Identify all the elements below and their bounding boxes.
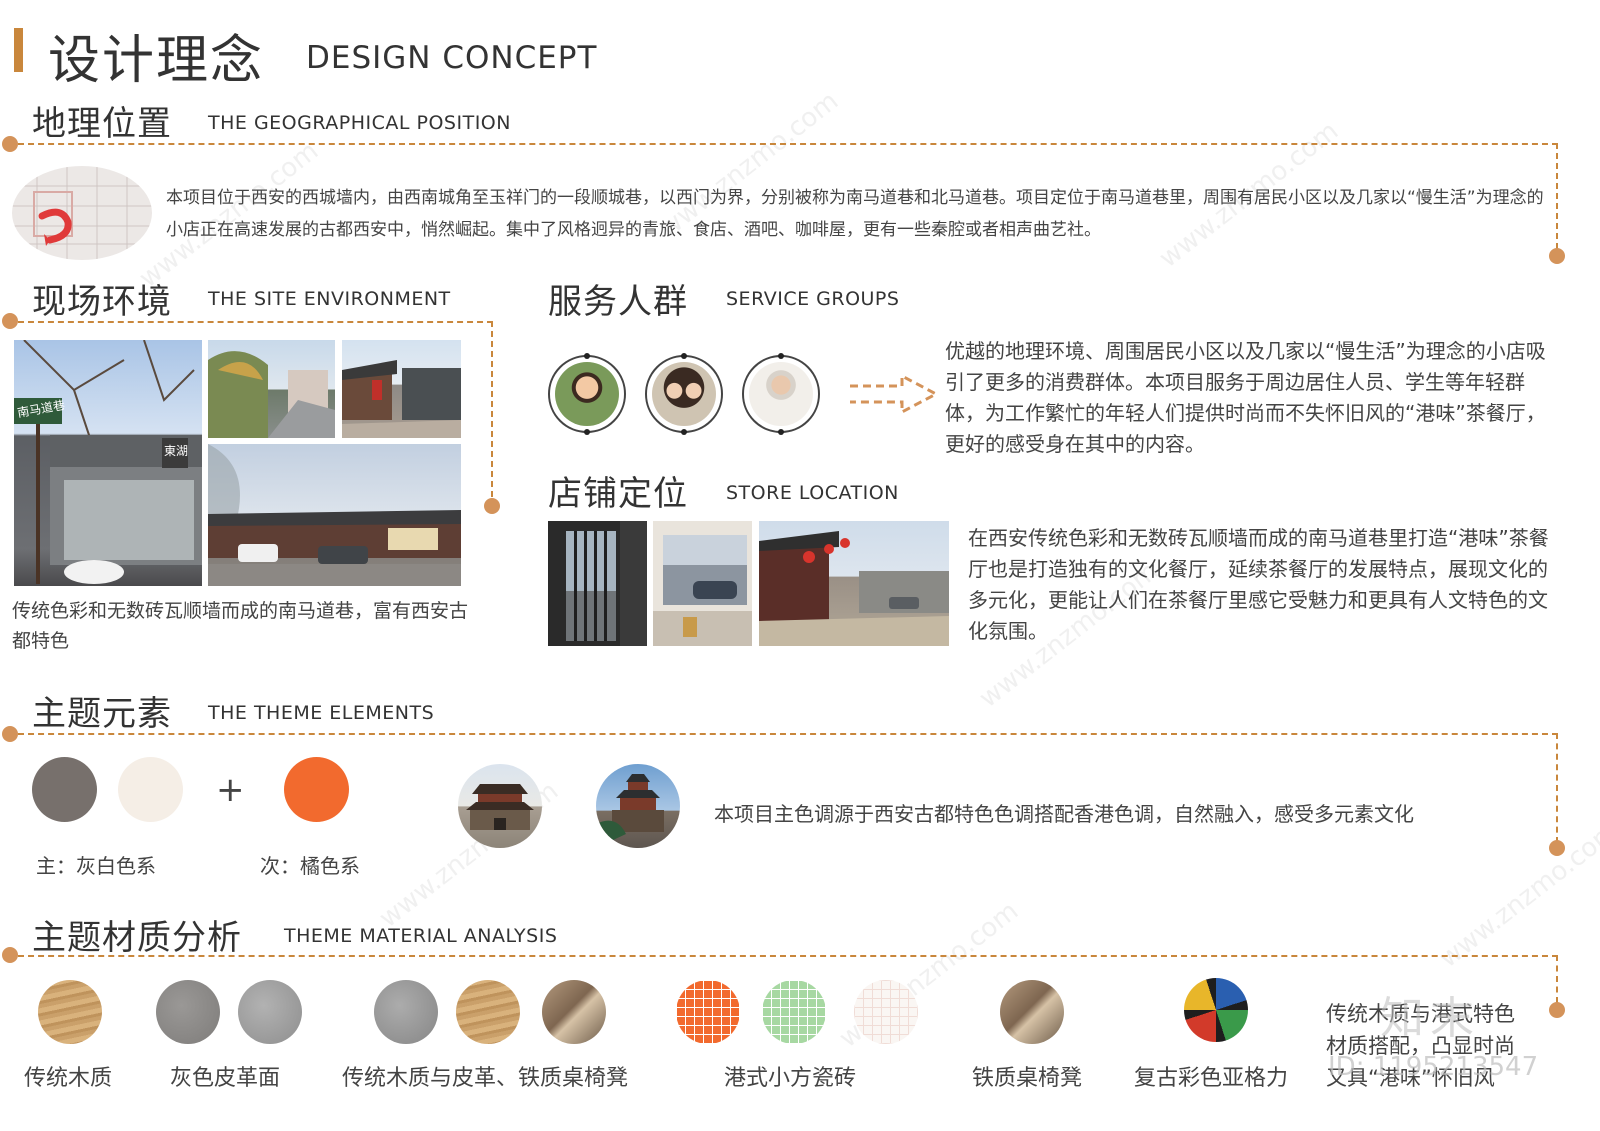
- geo-title: 地理位置: [32, 104, 172, 144]
- material-label-gray-leather: 灰色皮革面: [170, 1066, 281, 1091]
- gray-leather-swatch: [156, 980, 220, 1044]
- material-label-iron-chair: 铁质桌椅凳: [972, 1066, 1083, 1091]
- store-photo-window-blinds: [548, 521, 647, 646]
- xian-bell-tower-image: [596, 764, 680, 848]
- site-title-en: THE SITE ENVIRONMENT: [208, 288, 451, 310]
- orange-tile-swatch: [676, 980, 740, 1044]
- store-title-en: STORE LOCATION: [726, 482, 899, 504]
- material-label-acrylic: 复古彩色亚格力: [1134, 1066, 1289, 1091]
- material-title: 主题材质分析: [32, 918, 242, 958]
- combo-leather-swatch: [374, 980, 438, 1044]
- arrow-icon: [850, 373, 940, 415]
- material-label-hk-tile: 港式小方瓷砖: [724, 1066, 857, 1091]
- material-label-wood: 传统木质: [24, 1066, 113, 1091]
- watermark-id: ID: 1195213547: [1328, 1052, 1539, 1082]
- xian-drum-tower-image: [458, 764, 542, 848]
- shop-sign-text: 東湖: [164, 444, 189, 458]
- site-divider-right: [491, 321, 493, 497]
- geo-title-en: THE GEOGRAPHICAL POSITION: [208, 112, 511, 134]
- geo-divider-right: [1556, 143, 1558, 249]
- primary-color-label: 主：灰白色系: [36, 854, 156, 878]
- material-line-dot-left: [2, 947, 18, 963]
- material-divider: [18, 955, 1558, 957]
- site-divider: [18, 321, 493, 323]
- site-caption: 传统色彩和无数砖瓦顺墙而成的南马道巷，富有西安古都特色: [12, 600, 469, 652]
- service-title-en: SERVICE GROUPS: [726, 288, 900, 310]
- theme-divider: [18, 733, 1558, 735]
- theme-line-dot-right: [1549, 840, 1565, 856]
- store-photo-lantern-street: [759, 521, 949, 646]
- store-description: 在西安传统色彩和无数砖瓦顺墙而成的南马道巷里打造“港味”茶餐厅也是打造独有的文化…: [968, 526, 1549, 643]
- wood-texture-swatch: [38, 980, 102, 1044]
- site-line-dot-right: [484, 498, 500, 514]
- watermark-logo: 知末: [1380, 993, 1480, 1044]
- site-line-dot-left: [2, 313, 18, 329]
- theme-title-en: THE THEME ELEMENTS: [208, 702, 435, 724]
- combo-iron-chair-swatch: [542, 980, 606, 1044]
- geo-line-dot-left: [2, 136, 18, 152]
- location-map-image: [12, 166, 152, 260]
- theme-line-dot-left: [2, 726, 18, 742]
- customer-young-women-avatar: [645, 353, 723, 435]
- theme-divider-right: [1556, 733, 1558, 843]
- site-photo-city-wall-street: [208, 444, 461, 586]
- store-photo-cafe-window: [653, 521, 752, 646]
- watermark: www.znzmo.com: [1433, 816, 1600, 974]
- material-title-en: THEME MATERIAL ANALYSIS: [284, 925, 558, 947]
- secondary-color-label: 次：橘色系: [260, 854, 360, 878]
- material-line-dot-right: [1549, 1002, 1565, 1018]
- swatch-offwhite: [118, 757, 183, 822]
- site-title: 现场环境: [32, 282, 172, 322]
- gray-leather-swatch-2: [238, 980, 302, 1044]
- geo-description: 本项目位于西安的西城墙内，由西南城角至玉祥门的一段顺城巷，以西门为界，分别被称为…: [166, 188, 1544, 240]
- site-photo-tree-road: [208, 340, 335, 438]
- swatch-gray: [32, 757, 97, 822]
- site-photo-old-house: [342, 340, 461, 438]
- customer-elderly-avatar: [742, 353, 820, 435]
- title-accent-bar: [14, 28, 23, 72]
- service-title: 服务人群: [548, 282, 688, 322]
- page-title: 设计理念: [48, 31, 265, 91]
- geo-divider: [18, 143, 1558, 145]
- plus-sign: +: [216, 770, 245, 810]
- page-title-en: DESIGN CONCEPT: [306, 40, 598, 76]
- white-tile-swatch: [854, 980, 918, 1044]
- material-label-combo: 传统木质与皮革、铁质桌椅凳: [342, 1066, 629, 1091]
- swatch-orange: [284, 757, 349, 822]
- combo-wood-swatch: [456, 980, 520, 1044]
- green-tile-swatch: [762, 980, 826, 1044]
- geo-line-dot-right: [1549, 248, 1565, 264]
- theme-description: 本项目主色调源于西安古都特色色调搭配香港色调，自然融入，感受多元素文化: [714, 802, 1414, 826]
- stained-acrylic-swatch: [1184, 978, 1248, 1042]
- material-divider-right: [1556, 955, 1558, 1003]
- theme-title: 主题元素: [32, 694, 172, 734]
- service-description: 优越的地理环境、周围居民小区以及几家以“慢生活”为理念的小店吸引了更多的消费群体…: [945, 339, 1546, 456]
- store-title: 店铺定位: [548, 474, 688, 514]
- iron-chair-swatch: [1000, 980, 1064, 1044]
- customer-child-avatar: [548, 353, 626, 435]
- site-photo-street-corner: 南马道巷 東湖: [14, 340, 202, 586]
